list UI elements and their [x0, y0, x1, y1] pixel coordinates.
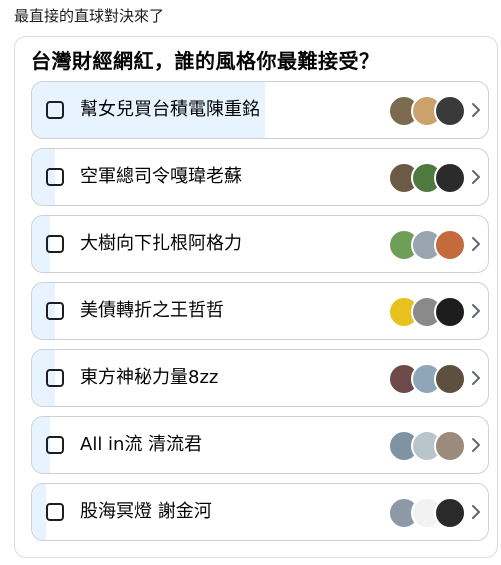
checkbox[interactable] — [46, 369, 64, 387]
chevron-right-icon[interactable] — [470, 235, 482, 253]
avatar — [434, 430, 466, 462]
poll-option-label: All in流 清流君 — [80, 434, 203, 455]
chevron-right-icon[interactable] — [470, 436, 482, 454]
poll-option-label: 股海冥燈 謝金河 — [80, 501, 212, 522]
checkbox[interactable] — [46, 436, 64, 454]
chevron-right-icon[interactable] — [470, 302, 482, 320]
checkbox[interactable] — [46, 302, 64, 320]
avatar — [434, 95, 466, 127]
poll-option-label: 美債轉折之王哲哲 — [80, 300, 224, 321]
chevron-right-icon[interactable] — [470, 101, 482, 119]
poll-option-label: 大樹向下扎根阿格力 — [80, 233, 242, 254]
poll-option-label: 幫女兒買台積電陳重銘 — [80, 99, 260, 120]
poll-option[interactable]: 股海冥燈 謝金河 — [31, 483, 489, 541]
voter-avatars[interactable] — [388, 363, 466, 395]
poll-option[interactable]: 大樹向下扎根阿格力 — [31, 215, 489, 273]
checkbox[interactable] — [46, 101, 64, 119]
avatar — [434, 229, 466, 261]
chevron-right-icon[interactable] — [470, 168, 482, 186]
voter-avatars[interactable] — [388, 95, 466, 127]
poll-question: 台灣財經網紅，誰的風格你最難接受？ — [31, 49, 380, 73]
avatar — [434, 162, 466, 194]
voter-avatars[interactable] — [388, 229, 466, 261]
chevron-right-icon[interactable] — [470, 369, 482, 387]
poll-card: 台灣財經網紅，誰的風格你最難接受？ 幫女兒買台積電陳重銘 空軍總司令嘎瑋老蘇 大… — [14, 36, 498, 558]
poll-option[interactable]: 東方神秘力量8zz — [31, 349, 489, 407]
poll-option[interactable]: All in流 清流君 — [31, 416, 489, 474]
poll-option[interactable]: 幫女兒買台積電陳重銘 — [31, 81, 489, 139]
chevron-right-icon[interactable] — [470, 503, 482, 521]
poll-options: 幫女兒買台積電陳重銘 空軍總司令嘎瑋老蘇 大樹向下扎根阿格力 美債轉折之王哲哲 … — [31, 81, 489, 550]
avatar — [434, 296, 466, 328]
poll-option-label: 東方神秘力量8zz — [80, 367, 219, 388]
checkbox[interactable] — [46, 503, 64, 521]
poll-option[interactable]: 美債轉折之王哲哲 — [31, 282, 489, 340]
voter-avatars[interactable] — [388, 296, 466, 328]
checkbox[interactable] — [46, 168, 64, 186]
avatar — [434, 363, 466, 395]
poll-option-label: 空軍總司令嘎瑋老蘇 — [80, 166, 242, 187]
post-text: 最直接的直球對決來了 — [14, 7, 165, 25]
avatar — [434, 497, 466, 529]
checkbox[interactable] — [46, 235, 64, 253]
poll-option[interactable]: 空軍總司令嘎瑋老蘇 — [31, 148, 489, 206]
vote-share-bar — [32, 484, 46, 540]
voter-avatars[interactable] — [388, 162, 466, 194]
voter-avatars[interactable] — [388, 430, 466, 462]
voter-avatars[interactable] — [388, 497, 466, 529]
